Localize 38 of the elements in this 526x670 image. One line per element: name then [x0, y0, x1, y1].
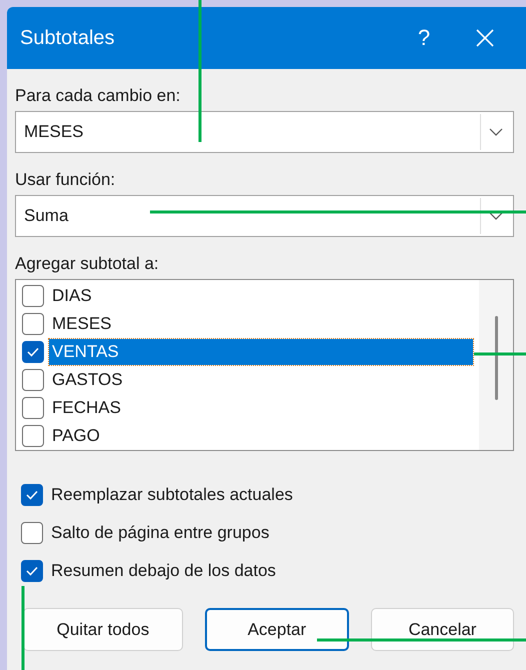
- checkbox-label: Reemplazar subtotales actuales: [51, 485, 293, 505]
- checkbox[interactable]: [22, 397, 44, 419]
- checkbox[interactable]: [21, 484, 43, 506]
- window-title: Subtotales: [20, 26, 116, 50]
- field-label: Para cada cambio en:: [15, 86, 182, 106]
- list-item[interactable]: VENTAS: [49, 339, 473, 365]
- checkbox-label: Salto de página entre grupos: [51, 523, 270, 543]
- scrollbar-thumb[interactable]: [494, 316, 498, 400]
- list-item[interactable]: GASTOS: [49, 367, 479, 393]
- close-button[interactable]: [476, 29, 494, 47]
- checkbox[interactable]: [22, 425, 44, 447]
- close-icon: [476, 29, 494, 47]
- list-item[interactable]: DIAS: [49, 283, 479, 309]
- chevron-down-icon: [489, 212, 503, 220]
- scrollbar[interactable]: [479, 280, 513, 450]
- checkbox[interactable]: [22, 369, 44, 391]
- dropdown-field[interactable]: Suma: [15, 195, 514, 237]
- list-item[interactable]: PAGO: [49, 423, 479, 449]
- check-icon: [27, 347, 39, 357]
- list-item[interactable]: MESES: [49, 311, 479, 337]
- chevron-down-icon: [489, 128, 503, 136]
- checkbox[interactable]: [22, 285, 44, 307]
- checkbox[interactable]: [21, 560, 43, 582]
- checkbox[interactable]: [22, 341, 44, 363]
- field-label: Usar función:: [15, 170, 116, 190]
- checkbox[interactable]: [22, 313, 44, 335]
- dialog-button[interactable]: Cancelar: [370, 608, 514, 651]
- dialog-button[interactable]: Aceptar: [204, 608, 349, 651]
- list-label: Agregar subtotal a:: [15, 254, 160, 274]
- leader-line: [474, 352, 526, 356]
- checkbox-label: Resumen debajo de los datos: [51, 561, 276, 581]
- help-button[interactable]: ?: [394, 25, 454, 51]
- check-icon: [26, 490, 38, 500]
- dropdown-field[interactable]: MESES: [15, 111, 514, 153]
- dialog-button[interactable]: Quitar todos: [23, 608, 183, 651]
- check-icon: [26, 566, 38, 576]
- list-item[interactable]: FECHAS: [49, 395, 479, 421]
- checkbox[interactable]: [21, 522, 43, 544]
